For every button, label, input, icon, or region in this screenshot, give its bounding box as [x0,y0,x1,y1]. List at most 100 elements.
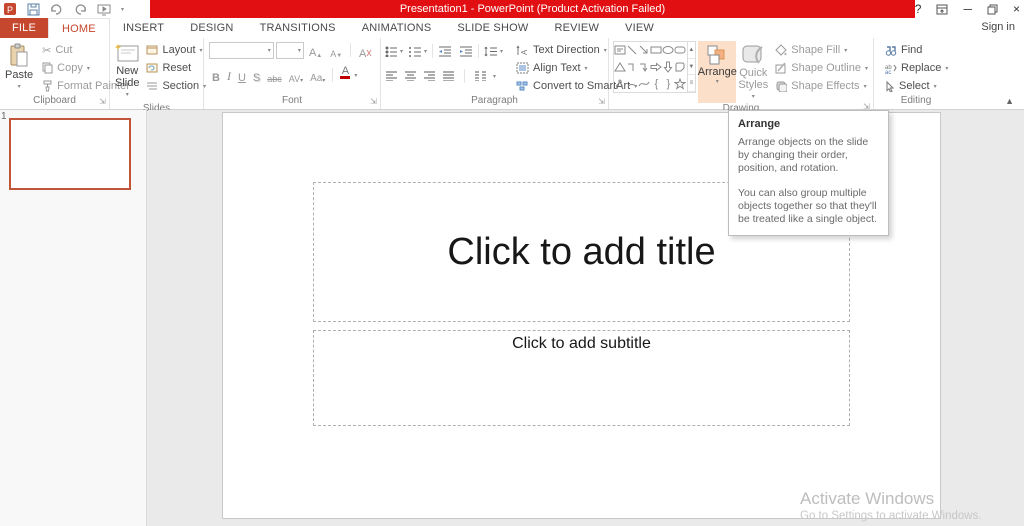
group-paragraph: ▾ ▾ ▾ ▾ A Text Direction ▾ Align Text ▾ … [381,38,637,109]
shape-oval-icon[interactable] [662,42,674,59]
align-center-icon[interactable] [404,71,417,81]
strikethrough-button[interactable]: abc [264,66,285,84]
quick-styles-button[interactable]: Quick Styles ▾ [738,41,768,103]
line-spacing-icon[interactable] [484,46,498,57]
shape-scribble-icon[interactable] [614,75,626,92]
shape-curve-icon[interactable] [638,75,650,92]
shape-arc-icon[interactable] [626,75,638,92]
increase-indent-icon[interactable] [459,46,473,57]
shape-line-icon[interactable] [626,42,638,59]
shape-outline-button[interactable]: Shape Outline ▾ [772,59,871,77]
font-name-combo[interactable]: ▾ [209,41,274,59]
help-icon[interactable]: ? [915,2,922,16]
clipboard-dialog-launcher-icon[interactable]: ⇲ [98,98,107,107]
numbering-dropdown[interactable]: ▾ [424,48,427,55]
shape-elbow-connector-icon[interactable] [626,59,638,76]
redo-icon[interactable] [74,3,88,16]
align-left-icon[interactable] [385,71,398,81]
paragraph-dialog-launcher-icon[interactable]: ⇲ [597,98,606,107]
tab-review[interactable]: REVIEW [541,18,612,38]
shape-effects-button[interactable]: Shape Effects ▾ [772,77,871,95]
underline-button[interactable]: U [235,66,249,84]
powerpoint-logo-icon[interactable]: P [4,2,18,16]
shape-elbow-arrow-connector-icon[interactable] [638,59,650,76]
font-color-dropdown[interactable]: ▾ [354,72,357,79]
tab-design[interactable]: DESIGN [177,18,246,38]
shape-star-icon[interactable] [674,75,687,92]
find-button[interactable]: Find [882,41,951,59]
tab-view[interactable]: VIEW [612,18,667,38]
clear-formatting-button[interactable]: A [356,41,375,59]
align-right-icon[interactable] [423,71,436,81]
tab-insert[interactable]: INSERT [110,18,177,38]
paste-icon [9,43,29,69]
shape-corner-icon[interactable] [674,59,686,76]
shape-rectangle-icon[interactable] [650,42,662,59]
sign-in-link[interactable]: Sign in [981,21,1015,33]
shape-left-brace-icon[interactable]: { [650,75,662,92]
character-spacing-button[interactable]: AV ▾ [286,66,306,84]
change-case-button[interactable]: Aa ▾ [307,66,328,84]
arrange-dropdown[interactable]: ▾ [716,78,719,85]
paste-dropdown[interactable]: ▾ [18,81,21,93]
shape-rounded-rectangle-icon[interactable] [674,42,686,59]
customize-qat-icon[interactable]: ▾ [121,6,124,13]
replace-icon: ab ac [885,63,897,74]
text-shadow-button[interactable]: S [250,66,263,84]
replace-button[interactable]: ab ac Replace ▾ [882,59,951,77]
undo-icon[interactable] [49,3,65,16]
numbering-icon[interactable] [409,46,422,57]
bullets-dropdown[interactable]: ▾ [400,48,403,55]
restore-icon[interactable] [987,4,998,15]
tab-home[interactable]: HOME [48,18,110,38]
justify-icon[interactable] [442,71,455,81]
slide-thumbnail[interactable] [9,118,131,190]
collapse-ribbon-icon[interactable]: ▲ [1005,96,1014,106]
copy-dropdown[interactable]: ▾ [87,65,90,72]
shape-right-arrow-icon[interactable] [650,59,663,76]
shape-arrow-icon[interactable] [638,42,650,59]
font-size-combo[interactable]: ▾ [275,41,304,59]
font-dialog-launcher-icon[interactable]: ⇲ [369,98,378,107]
shape-fill-button[interactable]: Shape Fill ▾ [772,41,871,59]
section-button[interactable]: Section ▾ [143,77,209,95]
subtitle-placeholder[interactable]: Click to add subtitle [313,330,850,426]
gallery-more-icon[interactable]: ≡ [687,75,696,93]
tab-transitions[interactable]: TRANSITIONS [247,18,349,38]
find-icon [885,45,897,56]
line-spacing-dropdown[interactable]: ▾ [500,48,503,55]
decrease-indent-icon[interactable] [438,46,452,57]
gallery-up-icon[interactable]: ▲ [687,42,696,59]
shape-textbox-icon[interactable] [614,42,626,59]
shrink-font-button[interactable]: A ▼ [327,41,345,59]
arrange-button[interactable]: Arrange ▾ [698,41,737,103]
shape-down-arrow-icon[interactable] [662,59,674,76]
ribbon-display-options-icon[interactable] [936,4,948,15]
close-icon[interactable]: × [1013,2,1020,16]
new-slide-dropdown[interactable]: ▾ [126,89,129,101]
columns-icon[interactable] [474,71,487,81]
layout-button[interactable]: Layout ▾ [143,41,209,59]
gallery-down-icon[interactable]: ▼ [687,59,696,76]
bullets-icon[interactable] [385,46,398,57]
shape-right-brace-icon[interactable]: } [662,75,674,92]
new-slide-button[interactable]: New Slide ▾ [113,41,141,103]
watermark-line2: Go to Settings to activate Windows. [800,510,982,522]
layout-icon [146,45,158,55]
columns-dropdown[interactable]: ▾ [493,73,496,80]
minimize-icon[interactable]: ─ [963,2,972,16]
select-button[interactable]: Select ▾ [882,77,951,95]
paste-button[interactable]: Paste ▾ [3,41,35,95]
start-from-beginning-icon[interactable] [97,3,112,16]
tab-slideshow[interactable]: SLIDE SHOW [444,18,541,38]
tab-file[interactable]: FILE [0,18,49,38]
shape-outline-icon [775,62,787,74]
grow-font-button[interactable]: A ▲ [306,41,325,59]
save-icon[interactable] [27,3,40,16]
reset-button[interactable]: Reset [143,59,209,77]
bold-button[interactable]: B [209,66,223,84]
italic-button[interactable]: I [224,66,234,84]
tab-animations[interactable]: ANIMATIONS [349,18,445,38]
font-color-button[interactable]: A [337,66,353,84]
shape-triangle-icon[interactable] [614,59,626,76]
